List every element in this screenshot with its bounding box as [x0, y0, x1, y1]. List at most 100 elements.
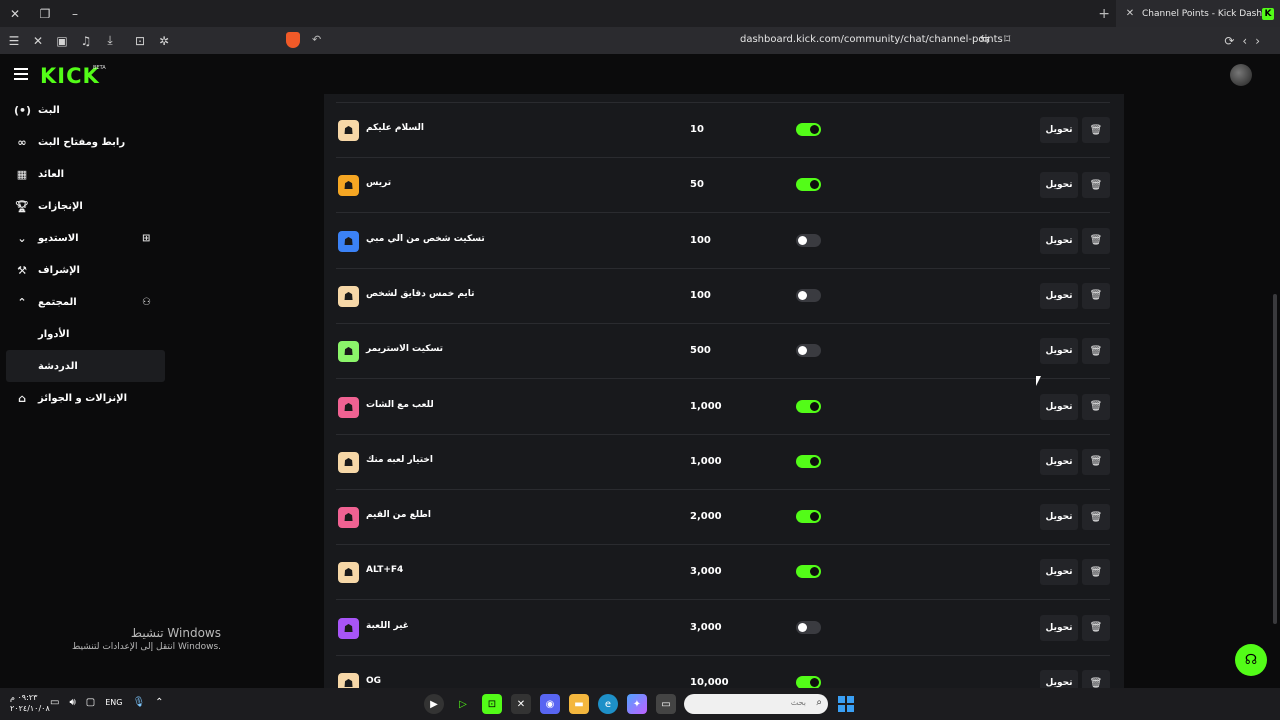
reward-enabled-toggle[interactable]: [796, 344, 821, 358]
reward-enabled-toggle[interactable]: [796, 620, 821, 634]
delete-button[interactable]: 🗑︎: [1082, 448, 1110, 475]
delete-button[interactable]: 🗑︎: [1082, 559, 1110, 586]
delete-button[interactable]: 🗑︎: [1082, 172, 1110, 199]
volume-icon[interactable]: 🔊︎: [69, 697, 75, 708]
window-close-icon[interactable]: ✕: [0, 0, 30, 27]
edit-button[interactable]: تحويل: [1040, 227, 1078, 254]
edge-icon[interactable]: e: [598, 694, 618, 714]
reward-enabled-toggle[interactable]: [796, 178, 821, 192]
chart-icon: ▦: [16, 167, 28, 181]
kick-app-icon[interactable]: ⊡: [482, 694, 502, 714]
tray-overflow-icon[interactable]: ⌃: [155, 697, 163, 708]
share-icon[interactable]: ⇆: [980, 32, 990, 46]
edit-button[interactable]: تحويل: [1040, 504, 1078, 531]
sidebar-subitem-chat[interactable]: الدردشة: [6, 350, 165, 382]
reward-cost: 2,000: [690, 511, 722, 523]
capcut-icon[interactable]: ✕: [511, 694, 531, 714]
kick-dashboard: KICK BETA (•) البث ∞ رابط ومفتاح البث ▦ …: [0, 54, 1280, 688]
kick-logo[interactable]: KICK: [40, 64, 100, 88]
sidebar: (•) البث ∞ رابط ومفتاح البث ▦ العائد 🏆︎ …: [0, 94, 172, 414]
nav-back-icon[interactable]: ‹: [1242, 34, 1247, 48]
support-chat-button[interactable]: ☊: [1235, 644, 1267, 676]
media-player-icon[interactable]: ▶: [424, 694, 444, 714]
delete-button[interactable]: 🗑︎: [1082, 227, 1110, 254]
table-row: ☗ تريس 50 تحويل 🗑︎: [336, 158, 1110, 214]
reward-enabled-toggle[interactable]: [796, 399, 821, 413]
extensions-icon[interactable]: ✲: [154, 31, 174, 51]
table-row: ☗ غير اللعبة 3,000 تحويل 🗑︎: [336, 601, 1110, 656]
address-bar[interactable]: dashboard.kick.com/community/chat/channe…: [740, 34, 1003, 45]
new-tab-icon[interactable]: +: [1098, 6, 1110, 22]
delete-button[interactable]: 🗑︎: [1082, 504, 1110, 531]
reward-enabled-toggle[interactable]: [796, 454, 821, 468]
edit-button[interactable]: تحويل: [1040, 117, 1078, 143]
copilot-icon[interactable]: ✦: [627, 694, 647, 714]
clock[interactable]: ٠٩:٢٣ م ٢٠٢٤/١٠/٠٨: [10, 692, 50, 714]
edit-button[interactable]: تحويل: [1040, 559, 1078, 586]
reward-enabled-toggle[interactable]: [796, 233, 821, 247]
sidebar-item-studio[interactable]: ⌄ الاستديو ⊞: [0, 222, 172, 254]
bookmark-icon[interactable]: ⌑: [1004, 32, 1010, 46]
sidebar-item-stream-key[interactable]: ∞ رابط ومفتاح البث: [0, 126, 172, 158]
delete-button[interactable]: 🗑︎: [1082, 338, 1110, 365]
sidebar-item-stream[interactable]: (•) البث: [0, 94, 172, 126]
reward-enabled-toggle[interactable]: [796, 510, 821, 524]
delete-button[interactable]: 🗑︎: [1082, 670, 1110, 688]
hamburger-menu-icon[interactable]: [14, 68, 28, 80]
file-explorer-icon[interactable]: ▬: [569, 694, 589, 714]
reward-icon: ☗: [338, 175, 359, 197]
avatar[interactable]: [1230, 64, 1252, 86]
microphone-icon[interactable]: 🎙︎: [132, 697, 145, 708]
language-indicator[interactable]: ENG: [105, 698, 122, 708]
reward-enabled-toggle[interactable]: [796, 123, 821, 136]
window-minimize-icon[interactable]: –: [60, 0, 90, 27]
screenshot-icon[interactable]: ⊡: [130, 31, 150, 51]
menu-icon[interactable]: ☰: [4, 31, 24, 51]
sidebar-item-drops[interactable]: ⌂ الإنزالات و الجوائز: [0, 382, 172, 414]
sidebar-subitem-roles[interactable]: الأدوار: [0, 318, 172, 350]
kick-extension-icon[interactable]: ✕: [28, 31, 48, 51]
streaming-app-icon[interactable]: ▷: [453, 694, 473, 714]
edit-button[interactable]: تحويل: [1040, 614, 1078, 641]
back-arrow-icon[interactable]: ↶: [312, 33, 321, 46]
discord-icon[interactable]: ◉: [540, 694, 560, 714]
task-view-icon[interactable]: ▭: [656, 694, 676, 714]
reward-cost: 1,000: [690, 455, 722, 467]
brave-shield-icon[interactable]: [286, 32, 300, 48]
sidebar-item-community[interactable]: ⌃ المجتمع ⚇: [0, 286, 172, 318]
edit-button[interactable]: تحويل: [1040, 670, 1078, 688]
edit-button[interactable]: تحويل: [1040, 338, 1078, 365]
sidebar-icon[interactable]: ▣: [52, 31, 72, 51]
scrollbar[interactable]: [1273, 294, 1277, 624]
tab-title: Channel Points - Kick Dashboard: [1142, 8, 1262, 19]
tab-close-icon[interactable]: ✕: [1122, 8, 1138, 19]
network-icon[interactable]: ▢: [86, 697, 95, 708]
taskbar-search[interactable]: بحث ⌕: [684, 694, 828, 714]
delete-button[interactable]: 🗑︎: [1082, 393, 1110, 420]
reward-enabled-toggle[interactable]: [796, 288, 821, 302]
delete-button[interactable]: 🗑︎: [1082, 614, 1110, 641]
chevron-up-icon: ⌃: [17, 295, 27, 309]
browser-tab[interactable]: ✕ Channel Points - Kick Dashboard K: [1116, 0, 1280, 27]
music-icon[interactable]: ♫: [76, 31, 96, 51]
delete-button[interactable]: 🗑︎: [1082, 117, 1110, 143]
sidebar-item-revenue[interactable]: ▦ العائد: [0, 158, 172, 190]
edit-button[interactable]: تحويل: [1040, 282, 1078, 309]
reward-enabled-toggle[interactable]: [796, 676, 821, 688]
edit-button[interactable]: تحويل: [1040, 172, 1078, 199]
trash-icon: 🗑︎: [1089, 622, 1103, 634]
window-restore-icon[interactable]: ❐: [30, 0, 60, 27]
delete-button[interactable]: 🗑︎: [1082, 282, 1110, 309]
reward-name: تسكيت شخص من الي مبي: [366, 233, 485, 244]
reload-icon[interactable]: ⟳: [1224, 34, 1234, 48]
sidebar-item-achievements[interactable]: 🏆︎ الإنجازات: [0, 190, 172, 222]
notification-icon[interactable]: ▭: [50, 697, 59, 708]
sidebar-item-moderation[interactable]: ⚒ الإشراف: [0, 254, 172, 286]
edit-button[interactable]: تحويل: [1040, 393, 1078, 420]
reward-enabled-toggle[interactable]: [796, 565, 821, 579]
studio-icon: ⊞: [142, 232, 151, 244]
windows-start-icon[interactable]: [838, 696, 854, 712]
nav-forward-icon[interactable]: ›: [1255, 34, 1260, 48]
edit-button[interactable]: تحويل: [1040, 448, 1078, 475]
download-icon[interactable]: ⤓: [100, 31, 120, 51]
